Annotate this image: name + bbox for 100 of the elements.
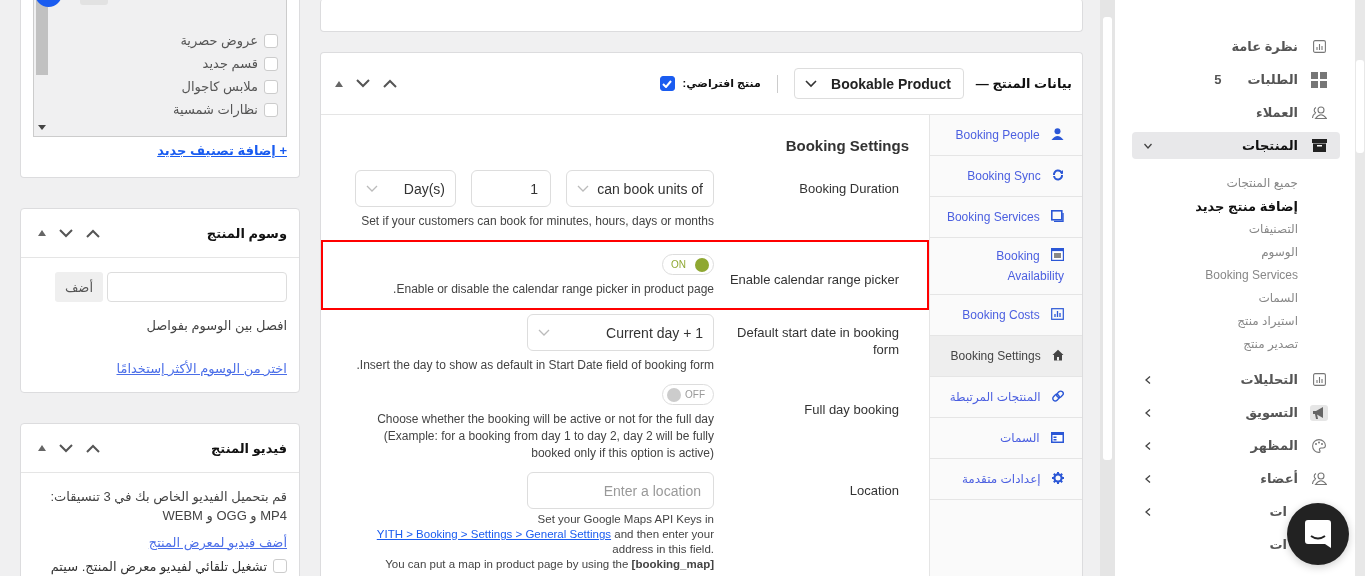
virtual-label: منتج افتراضي: xyxy=(682,77,761,90)
setting-description: Insert the day to show as default in Start Date field of booking form. xyxy=(356,357,714,374)
bar-chart-icon xyxy=(1051,308,1064,320)
submenu-item[interactable]: الوسوم xyxy=(1261,241,1298,264)
hint-text: افصل بين الوسوم بفواصل xyxy=(145,318,287,333)
card-icon xyxy=(1051,432,1064,443)
category-label[interactable]: ملابس كاجوال xyxy=(181,79,258,94)
setting-note: You can put a map in product page by using the [booking_map] xyxy=(385,557,714,572)
triangle-up-icon[interactable] xyxy=(335,80,343,87)
chat-bubble-icon xyxy=(1305,520,1331,548)
category-label[interactable]: نظارات شمسية xyxy=(173,102,258,117)
tab[interactable]: Booking Sync xyxy=(930,156,1082,197)
setting-label: Enable calendar range picker xyxy=(729,271,899,288)
settings-link[interactable]: YITH > Booking > Settings > General Settings xyxy=(376,528,612,540)
sync-icon xyxy=(1052,169,1064,181)
house-icon xyxy=(1052,349,1064,361)
checkbox[interactable] xyxy=(264,79,278,94)
sidebar-item[interactable]: ات xyxy=(1132,498,1287,525)
chevron-down-icon xyxy=(804,79,817,88)
product-type-dropdown[interactable]: Bookable Product xyxy=(793,68,964,99)
window-icon xyxy=(1051,210,1064,222)
checkbox[interactable] xyxy=(264,102,278,117)
add-tag-button[interactable]: أضف xyxy=(54,272,103,302)
section-title: Booking Settings xyxy=(784,137,909,154)
chevron-up-icon[interactable] xyxy=(383,79,397,88)
submenu-item[interactable]: تصدير منتج xyxy=(1243,333,1298,356)
submenu-item[interactable]: إضافة منتج جديد xyxy=(1195,195,1298,218)
unit-dropdown[interactable]: can book units of xyxy=(566,170,714,207)
sidebar-item[interactable]: ات xyxy=(1132,531,1287,558)
chevron-down-icon xyxy=(577,184,589,193)
submenu-item[interactable]: السمات xyxy=(1258,287,1298,310)
submenu-item[interactable]: جميع المنتجات xyxy=(1226,172,1298,195)
tab[interactable]: إعدادات متقدمة xyxy=(930,459,1082,500)
submenu-item[interactable]: Booking Services xyxy=(1205,264,1298,287)
sidebar-item[interactable]: التحليلات xyxy=(1132,366,1340,393)
start-date-dropdown[interactable]: Current day + 1 xyxy=(527,314,714,351)
panel-title: فيديو المنتج xyxy=(211,440,287,456)
tab[interactable]: Booking Settings xyxy=(930,336,1082,377)
panel-title: وسوم المنتج xyxy=(206,225,287,241)
setting-label: Full day booking xyxy=(803,401,899,418)
users-icon xyxy=(1311,106,1327,119)
period-dropdown[interactable]: Day(s) xyxy=(355,170,456,207)
popular-tags-link[interactable]: اختر من الوسوم الأكثر إستخدامًا xyxy=(116,361,287,376)
scroll-down-arrow-icon[interactable] xyxy=(38,125,46,130)
chevron-up-icon[interactable] xyxy=(86,228,100,238)
sidebar-item[interactable]: العملاء xyxy=(1132,99,1340,126)
grid-icon xyxy=(1311,71,1327,88)
submenu-item[interactable]: استيراد منتج xyxy=(1237,310,1298,333)
megaphone-icon xyxy=(1310,404,1328,421)
setting-label: Booking Duration xyxy=(798,180,899,197)
category-label[interactable]: عروض حصرية xyxy=(180,33,258,48)
submenu-item[interactable]: التصنيفات xyxy=(1248,218,1298,241)
settings-icon xyxy=(1052,472,1064,484)
sidebar-item[interactable]: المظهر xyxy=(1132,432,1340,459)
sidebar-item[interactable]: أعضاء xyxy=(1132,465,1340,492)
palette-icon xyxy=(1312,438,1326,453)
location-input[interactable]: Enter a location xyxy=(527,472,714,509)
checkbox[interactable] xyxy=(273,559,287,573)
setting-label: Location xyxy=(848,482,899,499)
tab[interactable]: Booking Services xyxy=(930,197,1082,238)
checkbox[interactable] xyxy=(264,33,278,48)
tab[interactable]: Booking Availability xyxy=(930,238,1082,295)
calendar-icon xyxy=(1051,248,1064,261)
chevron-down-icon[interactable] xyxy=(59,228,73,238)
order-count: 5 xyxy=(1214,72,1222,87)
sidebar-item[interactable]: نظرة عامة xyxy=(1132,33,1340,60)
tab[interactable]: Booking People xyxy=(930,115,1082,156)
chart-icon xyxy=(1312,373,1326,386)
triangle-up-icon[interactable] xyxy=(38,445,46,451)
chevron-down-icon[interactable] xyxy=(356,79,370,88)
sidebar-item[interactable]: التسويق xyxy=(1132,399,1340,426)
tag-input[interactable] xyxy=(107,272,287,302)
triangle-up-icon[interactable] xyxy=(38,230,46,236)
chevron-down-icon xyxy=(538,328,550,337)
tab[interactable]: المنتجات المرتبطة xyxy=(930,377,1082,418)
link-icon xyxy=(1052,390,1064,402)
person-icon xyxy=(1051,128,1064,140)
chart-icon xyxy=(1312,40,1326,53)
scrollbar[interactable] xyxy=(1100,0,1115,576)
add-video-link[interactable]: أضف فيديو لمعرض المنتج xyxy=(148,535,287,550)
panel-title: بيانات المنتج — xyxy=(975,76,1072,91)
category-label[interactable]: قسم جديد xyxy=(202,56,258,71)
setting-description: Enable or disable the calendar range picker in product page. xyxy=(393,281,714,298)
amount-input[interactable]: 1 xyxy=(471,170,551,207)
sidebar-item[interactable]: المنتجات xyxy=(1132,132,1340,159)
setting-description: Choose whether the booking will be active or not for the full day (Example: for a booking from day 1 to day 2, day 2 will be fully booked only if this option is active) xyxy=(376,411,714,462)
chevron-down-icon[interactable] xyxy=(59,443,73,453)
setting-description: Set your Google Maps API Keys in YITH > Booking > Settings > General Settings and then enter your address in this field. xyxy=(375,512,714,557)
tab[interactable]: السمات xyxy=(930,418,1082,459)
checkbox[interactable] xyxy=(264,56,278,71)
archive-box-icon xyxy=(1311,139,1327,152)
setting-description: Set if your customers can book for minutes, hours, days or months xyxy=(361,213,714,230)
chevron-up-icon[interactable] xyxy=(86,443,100,453)
autoplay-label[interactable]: تشغيل تلقائي لفيديو معرض المنتج. سيتم xyxy=(50,558,267,574)
add-category-link[interactable]: + إضافة تصنيف جديد xyxy=(157,143,287,158)
setting-label: Default start date in booking form xyxy=(736,324,899,358)
virtual-checkbox[interactable] xyxy=(659,76,675,91)
chevron-down-icon xyxy=(366,184,378,193)
scrollbar[interactable] xyxy=(1355,0,1365,576)
video-formats-text: قم بتحميل الفيديو الخاص بك في 3 تنسيقات: MP4 و OGG و WEBM xyxy=(49,488,287,525)
